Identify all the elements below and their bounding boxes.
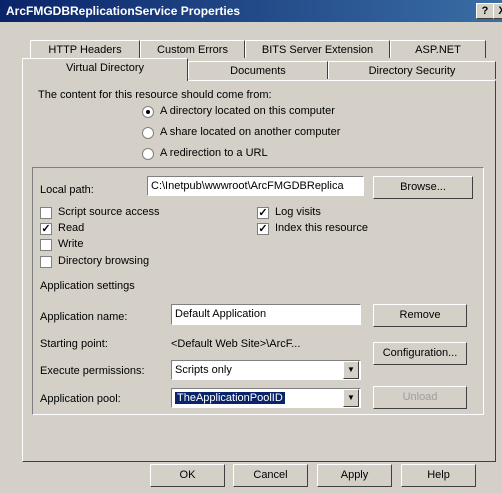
checkbox-log-visits[interactable]: ✓ [257,207,269,219]
application-pool-label: Application pool: [40,393,121,405]
title-bar: ArcFMGDBReplicationService Properties ? … [0,0,502,22]
application-pool-dropdown-icon[interactable]: ▼ [343,389,359,407]
write-label: Write [58,238,84,250]
remove-button[interactable]: Remove [373,304,467,327]
starting-point-label: Starting point: [40,338,108,350]
local-path-label: Local path: [40,184,94,196]
log-visits-label: Log visits [275,206,321,218]
checkbox-script-source-access[interactable] [40,207,52,219]
browse-button[interactable]: Browse... [373,176,473,199]
directory-browsing-label: Directory browsing [58,255,150,267]
application-settings-heading: Application settings [40,280,135,292]
index-resource-label: Index this resource [275,222,368,234]
configuration-button[interactable]: Configuration... [373,342,467,365]
tab-http-headers[interactable]: HTTP Headers [30,40,140,58]
tab-directory-security[interactable]: Directory Security [328,61,496,79]
unload-button: Unload [373,386,467,409]
ok-button[interactable]: OK [150,464,225,487]
close-title-button[interactable]: X [493,3,502,19]
apply-button[interactable]: Apply [317,464,392,487]
checkbox-read[interactable]: ✓ [40,223,52,235]
checkbox-write[interactable] [40,239,52,251]
radio-url-redirect-label: A redirection to a URL [160,147,268,159]
checkbox-index-resource[interactable]: ✓ [257,223,269,235]
cancel-button[interactable]: Cancel [233,464,308,487]
application-pool-value: TheApplicationPoolID [174,391,286,405]
help-button[interactable]: Help [401,464,476,487]
application-name-input[interactable]: Default Application [171,304,361,325]
script-source-access-label: Script source access [58,206,160,218]
radio-network-share-label: A share located on another computer [160,126,341,138]
radio-url-redirect[interactable] [142,148,154,160]
application-name-label: Application name: [40,311,128,323]
tab-aspnet[interactable]: ASP.NET [390,40,486,58]
radio-local-directory-label: A directory located on this computer [160,105,335,117]
starting-point-value: <Default Web Site>\ArcF... [171,338,301,350]
tab-bits-server-extension[interactable]: BITS Server Extension [245,40,390,58]
execute-permissions-value: Scripts only [175,364,232,376]
execute-permissions-select[interactable]: Scripts only [171,360,361,380]
tab-virtual-directory[interactable]: Virtual Directory [22,58,188,81]
local-path-input[interactable]: C:\Inetpub\wwwroot\ArcFMGDBReplica [147,176,364,196]
checkbox-directory-browsing[interactable] [40,256,52,268]
application-pool-select[interactable]: TheApplicationPoolID [171,388,361,408]
execute-permissions-label: Execute permissions: [40,365,145,377]
help-title-button[interactable]: ? [476,3,494,19]
tab-documents[interactable]: Documents [188,61,328,79]
content-source-heading: The content for this resource should com… [38,89,272,101]
radio-network-share[interactable] [142,127,154,139]
tab-custom-errors[interactable]: Custom Errors [140,40,245,58]
radio-local-directory[interactable] [142,106,154,118]
read-label: Read [58,222,85,234]
execute-permissions-dropdown-icon[interactable]: ▼ [343,361,359,379]
window-title: ArcFMGDBReplicationService Properties [6,4,241,18]
